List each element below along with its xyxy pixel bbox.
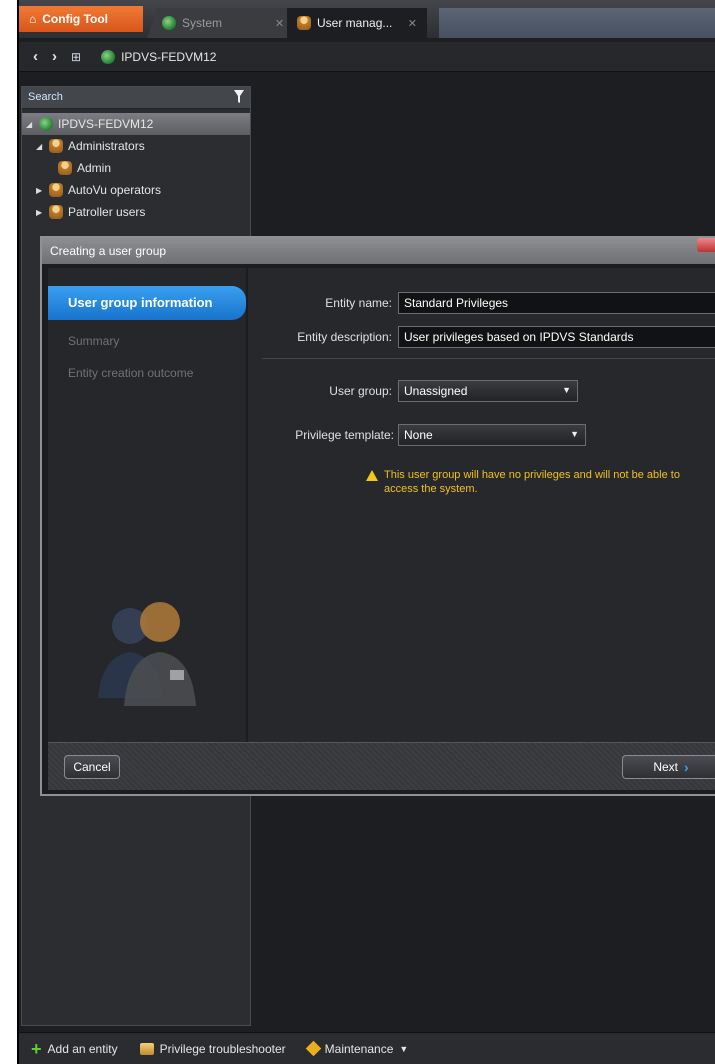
cancel-button[interactable]: Cancel — [64, 755, 120, 779]
tree-item-label: Admin — [77, 161, 112, 175]
chevron-down-icon: ▼ — [399, 1043, 409, 1054]
breadcrumb-server: IPDVS-FEDVM12 — [121, 49, 217, 64]
privilege-warning: This user group will have no privileges … — [366, 468, 711, 496]
troubleshooter-icon — [139, 1042, 154, 1055]
forward-icon[interactable]: › — [52, 48, 57, 65]
add-entity-label: Add an entity — [47, 1041, 118, 1056]
tree-item-label: AutoVu operators — [68, 183, 161, 197]
divider — [262, 358, 715, 359]
privilege-troubleshooter-label: Privilege troubleshooter — [159, 1041, 286, 1056]
user-group-icon — [49, 205, 63, 219]
tab-user-management[interactable]: User manag... ✕ — [287, 8, 427, 38]
close-icon[interactable]: ✕ — [408, 17, 417, 30]
search-input[interactable]: Search — [22, 87, 250, 109]
user-icon — [297, 16, 311, 30]
user-group-label: User group: — [329, 384, 392, 398]
tab-bar: ⌂ Config Tool System ✕ User manag... ✕ — [19, 0, 715, 38]
user-group-value: Unassigned — [404, 384, 468, 398]
tab-label: Config Tool — [42, 12, 109, 26]
tree-item-administrators[interactable]: ◢ Administrators — [22, 135, 250, 157]
maintenance-button[interactable]: Maintenance ▼ — [305, 1040, 409, 1057]
tree-item-autovu-operators[interactable]: ▶ AutoVu operators — [22, 179, 250, 201]
user-group-dropdown[interactable]: Unassigned ▼ — [398, 380, 578, 402]
bottom-toolbar: + Add an entity Privilege troubleshooter… — [19, 1032, 715, 1064]
privilege-template-dropdown[interactable]: None ▼ — [398, 424, 586, 446]
user-group-icon — [49, 139, 63, 153]
wizard-content: Entity name: Standard Privileges Entity … — [248, 268, 715, 742]
app-window: ⌂ Config Tool System ✕ User manag... ✕ ‹… — [17, 0, 715, 1064]
step-summary: Summary — [68, 334, 120, 348]
globe-icon — [101, 49, 116, 64]
warning-icon — [366, 470, 378, 481]
dialog-title: Creating a user group — [42, 238, 715, 264]
chevron-down-icon: ▼ — [570, 429, 579, 439]
tab-bar-background — [439, 8, 715, 38]
globe-icon — [39, 117, 53, 131]
collapse-icon[interactable]: ◢ — [36, 142, 44, 151]
filter-icon[interactable] — [234, 90, 244, 104]
tree-item-label: Administrators — [68, 139, 145, 153]
maintenance-icon — [305, 1040, 321, 1057]
privilege-template-label: Privilege template: — [295, 428, 394, 442]
entity-name-field[interactable]: Standard Privileges — [398, 292, 715, 314]
next-button-label: Next — [653, 760, 678, 774]
close-icon[interactable]: ✕ — [275, 17, 284, 30]
step-user-group-information: User group information — [48, 286, 246, 320]
globe-icon — [162, 16, 176, 30]
expand-icon[interactable]: ▶ — [36, 186, 44, 195]
chevron-right-icon: › — [684, 759, 689, 775]
back-icon[interactable]: ‹ — [33, 48, 38, 65]
user-icon — [58, 161, 72, 175]
tab-label: User manag... — [317, 16, 393, 30]
expand-icon[interactable]: ▶ — [36, 208, 44, 217]
entity-description-field[interactable]: User privileges based on IPDVS Standards — [398, 326, 715, 348]
tree-item-admin[interactable]: Admin — [22, 157, 250, 179]
tab-label: System — [182, 16, 223, 30]
create-user-group-dialog: Creating a user group User group informa… — [40, 236, 715, 796]
tree-item-label: Patroller users — [68, 205, 146, 219]
dialog-footer: Cancel Next › — [48, 742, 715, 790]
search-placeholder: Search — [28, 91, 63, 103]
add-entity-button[interactable]: + Add an entity — [31, 1038, 118, 1059]
tree-item-server[interactable]: ◢ IPDVS-FEDVM12 — [22, 113, 250, 135]
tab-system[interactable]: System ✕ — [147, 8, 299, 38]
close-icon[interactable] — [697, 238, 715, 252]
step-entity-creation-outcome: Entity creation outcome — [68, 366, 194, 380]
next-button[interactable]: Next › — [622, 755, 715, 779]
navigation-toolbar: ‹ › ⊞ IPDVS-FEDVM12 — [19, 42, 715, 72]
tree-item-label: IPDVS-FEDVM12 — [58, 117, 154, 131]
home-icon: ⌂ — [29, 12, 37, 26]
network-icon[interactable]: ⊞ — [71, 50, 81, 64]
user-group-icon — [49, 183, 63, 197]
privilege-troubleshooter-button[interactable]: Privilege troubleshooter — [139, 1041, 286, 1056]
collapse-icon[interactable]: ◢ — [26, 120, 34, 129]
privilege-template-value: None — [404, 428, 433, 442]
user-group-illustration — [98, 602, 196, 706]
maintenance-label: Maintenance — [324, 1041, 394, 1056]
wizard-steps: User group information Summary Entity cr… — [48, 268, 246, 742]
entity-name-label: Entity name: — [325, 296, 392, 310]
plus-icon: + — [31, 1038, 42, 1059]
warning-text: This user group will have no privileges … — [384, 469, 680, 495]
entity-description-label: Entity description: — [297, 330, 392, 344]
tab-config-tool[interactable]: ⌂ Config Tool — [19, 6, 143, 32]
chevron-down-icon: ▼ — [562, 385, 571, 395]
tree-item-patroller-users[interactable]: ▶ Patroller users — [22, 201, 250, 223]
breadcrumb[interactable]: IPDVS-FEDVM12 — [101, 49, 217, 64]
